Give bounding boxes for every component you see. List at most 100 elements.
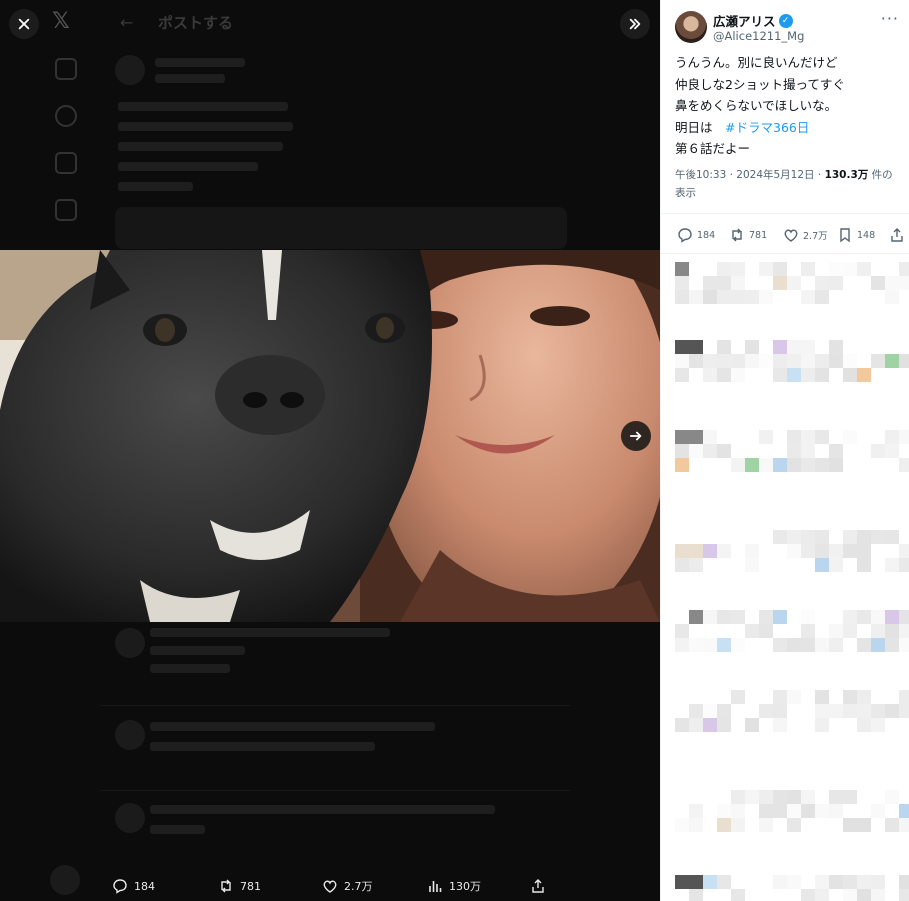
pixelated-reply-tile [675, 624, 689, 638]
views-count: 130万 [449, 880, 481, 893]
pixelated-reply-tile [857, 262, 871, 276]
panel-share-button[interactable] [889, 227, 905, 243]
pixelated-reply-tile [787, 544, 801, 558]
tweet-text: うんうん。別に良いんだけど 仲良しな2ショット撮ってすぐ 鼻をめくらないでほしい… [675, 52, 900, 160]
panel-repost-button[interactable]: 781 [729, 227, 767, 243]
close-icon[interactable] [9, 9, 39, 39]
pixelated-reply-tile [773, 875, 787, 889]
pixelated-reply-tile [801, 790, 815, 804]
pixelated-reply-tile [871, 804, 885, 818]
author-name[interactable]: 広瀬アリス ✓ [713, 11, 793, 30]
pixelated-reply-tile [675, 444, 689, 458]
pixelated-reply-tile [703, 638, 717, 652]
pixelated-reply-tile [857, 704, 871, 718]
timestamp[interactable]: 午後10:33 · 2024年5月12日 · [675, 169, 825, 181]
panel-bookmark-count: 148 [857, 229, 876, 241]
pixelated-reply-tile [871, 624, 885, 638]
pixelated-reply-tile [843, 368, 857, 382]
pixelated-reply-tile [717, 444, 731, 458]
pixelated-reply-tile [815, 718, 829, 732]
pixelated-reply-tile [689, 704, 703, 718]
pixelated-reply-tile [675, 354, 689, 368]
pixelated-reply-tile [731, 790, 745, 804]
pixelated-reply-tile [815, 558, 829, 572]
share-button[interactable] [530, 878, 546, 894]
panel-reply-button[interactable]: 184 [677, 227, 715, 243]
pixelated-reply-tile [801, 804, 815, 818]
tweet-line-2: 仲良しな2ショット撮ってすぐ [675, 76, 845, 92]
pixelated-reply-tile [857, 544, 871, 558]
pixelated-reply-tile [885, 790, 899, 804]
pixelated-reply-tile [717, 340, 731, 354]
pixelated-reply-tile [689, 718, 703, 732]
pixelated-reply-tile [717, 718, 731, 732]
pixelated-reply-tile [731, 690, 745, 704]
pixelated-reply-tile [857, 368, 871, 382]
pixelated-reply-tile [885, 444, 899, 458]
share-icon [532, 879, 544, 893]
media-photo[interactable] [0, 250, 660, 622]
pixelated-reply-tile [815, 276, 829, 290]
pixelated-reply-tile [703, 430, 717, 444]
pixelated-reply-tile [899, 704, 909, 718]
pixelated-reply-tile [857, 690, 871, 704]
pixelated-reply-tile [871, 354, 885, 368]
reply-button[interactable]: 184 [112, 878, 155, 894]
pixelated-reply-tile [815, 875, 829, 889]
views-button[interactable]: 130万 [427, 878, 481, 894]
pixelated-reply-tile [843, 875, 857, 889]
pixelated-reply-tile [829, 444, 843, 458]
pixelated-reply-tile [773, 790, 787, 804]
chevron-double-right-icon[interactable] [620, 9, 650, 39]
panel-repost-count: 781 [749, 229, 768, 241]
pixelated-reply-tile [885, 638, 899, 652]
pixelated-reply-tile [731, 262, 745, 276]
pixelated-reply-tile [703, 354, 717, 368]
pixelated-reply-tile [731, 458, 745, 472]
pixelated-reply-tile [717, 262, 731, 276]
like-button[interactable]: 2.7万 [322, 878, 373, 894]
pixelated-reply-tile [745, 558, 759, 572]
pixelated-reply-tile [815, 690, 829, 704]
pixelated-reply-tile [871, 718, 885, 732]
pixelated-reply-tile [899, 690, 909, 704]
pixelated-reply-tile [885, 354, 899, 368]
avatar[interactable] [675, 11, 707, 43]
pixelated-reply-tile [703, 875, 717, 889]
pixelated-reply-tile [689, 544, 703, 558]
pixelated-reply-tile [871, 444, 885, 458]
pixelated-reply-tile [689, 610, 703, 624]
pixelated-reply-tile [899, 624, 909, 638]
more-options-icon[interactable]: ··· [881, 9, 899, 28]
pixelated-reply-tile [717, 804, 731, 818]
pixelated-reply-tile [773, 610, 787, 624]
pixelated-reply-tile [703, 704, 717, 718]
pixelated-reply-tile [857, 889, 871, 901]
pixelated-reply-tile [787, 790, 801, 804]
pixelated-reply-tile [899, 875, 909, 889]
verified-badge-icon: ✓ [778, 13, 793, 28]
pixelated-reply-tile [703, 610, 717, 624]
panel-like-button[interactable]: 2.7万 [783, 227, 828, 243]
pixelated-reply-tile [815, 458, 829, 472]
panel-bookmark-button[interactable]: 148 [837, 227, 875, 243]
pixelated-reply-tile [745, 624, 759, 638]
pixelated-reply-tile [689, 340, 703, 354]
pixelated-reply-tile [689, 430, 703, 444]
pixelated-reply-tile [787, 368, 801, 382]
display-name-text: 広瀬アリス [713, 14, 776, 29]
arrow-right-icon[interactable] [621, 421, 651, 451]
heart-icon [784, 229, 798, 242]
repost-button[interactable]: 781 [218, 878, 261, 894]
author-handle[interactable]: @Alice1211_Mg [713, 29, 804, 43]
divider [661, 253, 909, 254]
pixelated-reply-tile [899, 276, 909, 290]
panel-like-count: 2.7万 [803, 231, 828, 242]
pixelated-reply-tile [703, 276, 717, 290]
tweet-line-1: うんうん。別に良いんだけど [675, 55, 838, 70]
pixelated-reply-tile [675, 718, 689, 732]
pixelated-reply-tile [731, 354, 745, 368]
hashtag-link[interactable]: #ドラマ366日 [725, 120, 809, 135]
pixelated-reply-tile [871, 704, 885, 718]
pixelated-reply-tile [899, 610, 909, 624]
